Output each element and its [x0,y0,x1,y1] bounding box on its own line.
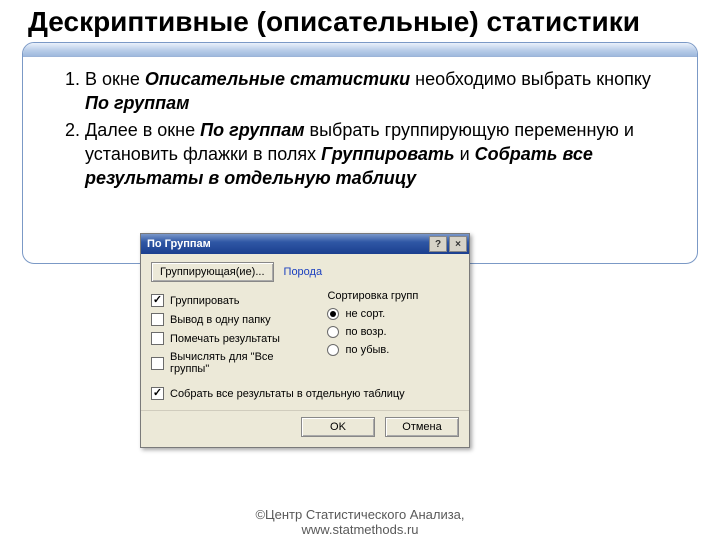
step-1-em-1: Описательные статистики [145,69,410,89]
steps-list: В окне Описательные статистики необходим… [63,67,675,190]
dialog-title: По Группам [147,238,211,250]
checkbox-column: Группировать Вывод в одну папку Помечать… [151,288,315,381]
check-mark-results-row[interactable]: Помечать результаты [151,332,315,345]
check-mark-results[interactable] [151,332,164,345]
radio-asc-label: по возр. [345,326,386,338]
panel-header-bar [23,43,697,57]
step-2-em-2: Группировать [321,144,454,164]
help-button[interactable]: ? [429,236,447,252]
grouping-var-value: Порода [284,266,323,278]
step-2-em-1: По группам [200,120,304,140]
check-group-row[interactable]: Группировать [151,294,315,307]
sort-heading: Сортировка групп [327,290,459,302]
check-one-folder-label: Вывод в одну папку [170,314,271,326]
footer-line-2: www.statmethods.ru [0,522,720,538]
step-1-em-2: По группам [85,93,189,113]
dialog-button-bar: OK Отмена [141,410,469,447]
panel-body: В окне Описательные статистики необходим… [23,57,697,262]
radio-none[interactable] [327,308,339,320]
radio-desc[interactable] [327,344,339,356]
grouping-var-row: Группирующая(ие)... Порода [151,262,459,282]
step-1: В окне Описательные статистики необходим… [85,67,675,116]
step-2-text-a: Далее в окне [85,120,200,140]
check-group[interactable] [151,294,164,307]
ok-button[interactable]: OK [301,417,375,437]
content-panel: В окне Описательные статистики необходим… [22,42,698,263]
radio-none-row[interactable]: не сорт. [327,308,459,320]
radio-asc-row[interactable]: по возр. [327,326,459,338]
radio-desc-row[interactable]: по убыв. [327,344,459,356]
check-compute-all-row[interactable]: Вычислять для "Все группы" [151,351,315,375]
step-2-and: и [455,144,475,164]
dialog-titlebar[interactable]: По Группам ? × [141,234,469,254]
close-button[interactable]: × [449,236,467,252]
slide-title: Дескриптивные (описательные) статистики [28,6,720,38]
check-group-label: Группировать [170,295,240,307]
check-collect-table-row[interactable]: Собрать все результаты в отдельную табли… [151,387,459,400]
footer-line-1: ©Центр Статистического Анализа, [0,507,720,523]
radio-asc[interactable] [327,326,339,338]
radio-none-label: не сорт. [345,308,385,320]
step-2: Далее в окне По группам выбрать группиру… [85,118,675,191]
grouping-var-button[interactable]: Группирующая(ие)... [151,262,274,282]
check-one-folder[interactable] [151,313,164,326]
check-one-folder-row[interactable]: Вывод в одну папку [151,313,315,326]
check-compute-all-label: Вычислять для "Все группы" [170,351,315,375]
check-mark-results-label: Помечать результаты [170,333,280,345]
radio-desc-label: по убыв. [345,344,389,356]
cancel-button[interactable]: Отмена [385,417,459,437]
check-collect-table-label: Собрать все результаты в отдельную табли… [170,388,405,400]
step-1-text-b: необходимо выбрать кнопку [410,69,651,89]
check-compute-all[interactable] [151,357,164,370]
sort-column: Сортировка групп не сорт. по возр. по уб… [327,288,459,381]
dialog-body: Группирующая(ие)... Порода Группировать … [141,254,469,410]
step-1-text-a: В окне [85,69,145,89]
check-collect-table[interactable] [151,387,164,400]
slide-footer: ©Центр Статистического Анализа, www.stat… [0,507,720,538]
dialog-by-groups: По Группам ? × Группирующая(ие)... Пород… [140,233,470,448]
